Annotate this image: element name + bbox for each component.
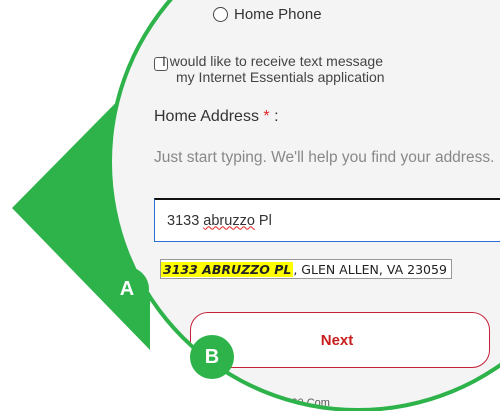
optin-line-1: I would like to receive text message [162, 53, 383, 69]
address-value-prefix: 3133 [167, 212, 204, 229]
suggestion-match: 3133 ABRUZZO PL [161, 261, 294, 277]
radio-button[interactable] [213, 7, 228, 22]
label-colon: : [274, 108, 279, 125]
home-address-label: Home Address * : [154, 108, 279, 126]
suggestion-rest: , GLEN ALLEN, VA 23059 [293, 261, 447, 277]
required-marker: * [263, 108, 270, 125]
magnifier-lens: Home Phone I would like to receive text … [108, 0, 500, 411]
callout-badge-b: B [190, 335, 234, 379]
zoom-illustration: Home Phone I would like to receive text … [0, 0, 500, 411]
next-button[interactable]: Next [190, 312, 490, 368]
address-hint: Just start typing. We'll help you find y… [154, 149, 495, 166]
next-button-label: Next [320, 331, 354, 349]
address-value-misspelled: abruzzo [203, 212, 255, 229]
callout-a-label: A [119, 277, 135, 300]
magnified-form: Home Phone I would like to receive text … [112, 0, 500, 408]
home-address-input[interactable]: 3133 abruzzo Pl [154, 198, 500, 242]
text-message-optin-label: I would like to receive text message my … [162, 53, 462, 85]
home-address-label-text: Home Address [154, 108, 259, 125]
home-phone-label: Home Phone [234, 6, 322, 23]
callout-b-label: B [204, 345, 220, 368]
address-value-suffix: Pl [254, 212, 272, 229]
home-phone-option[interactable]: Home Phone [213, 6, 322, 23]
callout-badge-a: A [105, 267, 149, 311]
copyright-footer: © 2020 Com [268, 397, 330, 408]
address-suggestion[interactable]: 3133 ABRUZZO PL , GLEN ALLEN, VA 23059 [160, 259, 452, 279]
optin-line-2: my Internet Essentials application [176, 69, 385, 85]
